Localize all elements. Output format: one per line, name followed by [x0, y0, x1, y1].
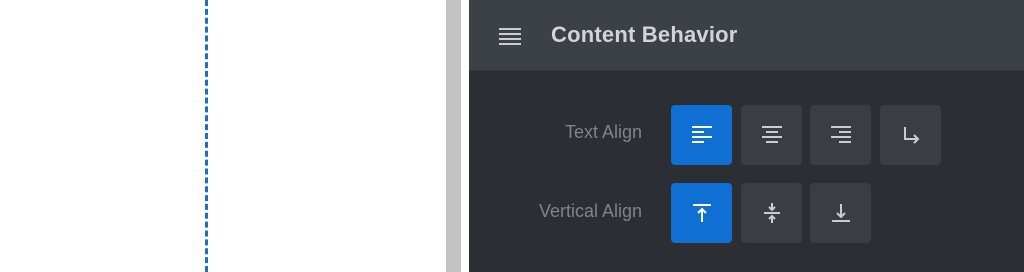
align-right-icon: [830, 126, 851, 143]
align-bottom-icon: [831, 204, 850, 222]
align-top-icon: [692, 204, 711, 222]
hamburger-menu-icon[interactable]: [499, 28, 521, 45]
panel-title: Content Behavior: [551, 22, 738, 47]
panel-header: Content Behavior: [469, 0, 1024, 71]
align-middle-button[interactable]: [741, 183, 802, 243]
panel-splitter[interactable]: [446, 0, 461, 272]
align-left-icon: [691, 126, 712, 143]
panel-gap: [461, 0, 469, 272]
align-left-button[interactable]: [671, 105, 732, 165]
align-center-button[interactable]: [741, 105, 802, 165]
vertical-guide-line: [205, 0, 208, 272]
align-bottom-button[interactable]: [810, 183, 871, 243]
align-right-button[interactable]: [810, 105, 871, 165]
text-align-label: Text Align: [564, 122, 642, 142]
align-center-icon: [761, 126, 782, 143]
align-top-button[interactable]: [671, 183, 732, 243]
arrow-turn-down-right-icon: [903, 127, 919, 144]
content-behavior-panel: Content Behavior Text Align Vertical Ali…: [469, 0, 1024, 272]
align-middle-icon: [763, 203, 780, 223]
vertical-align-label: Vertical Align: [538, 201, 642, 221]
canvas-area[interactable]: [0, 0, 446, 272]
text-wrap-button[interactable]: [880, 105, 941, 165]
